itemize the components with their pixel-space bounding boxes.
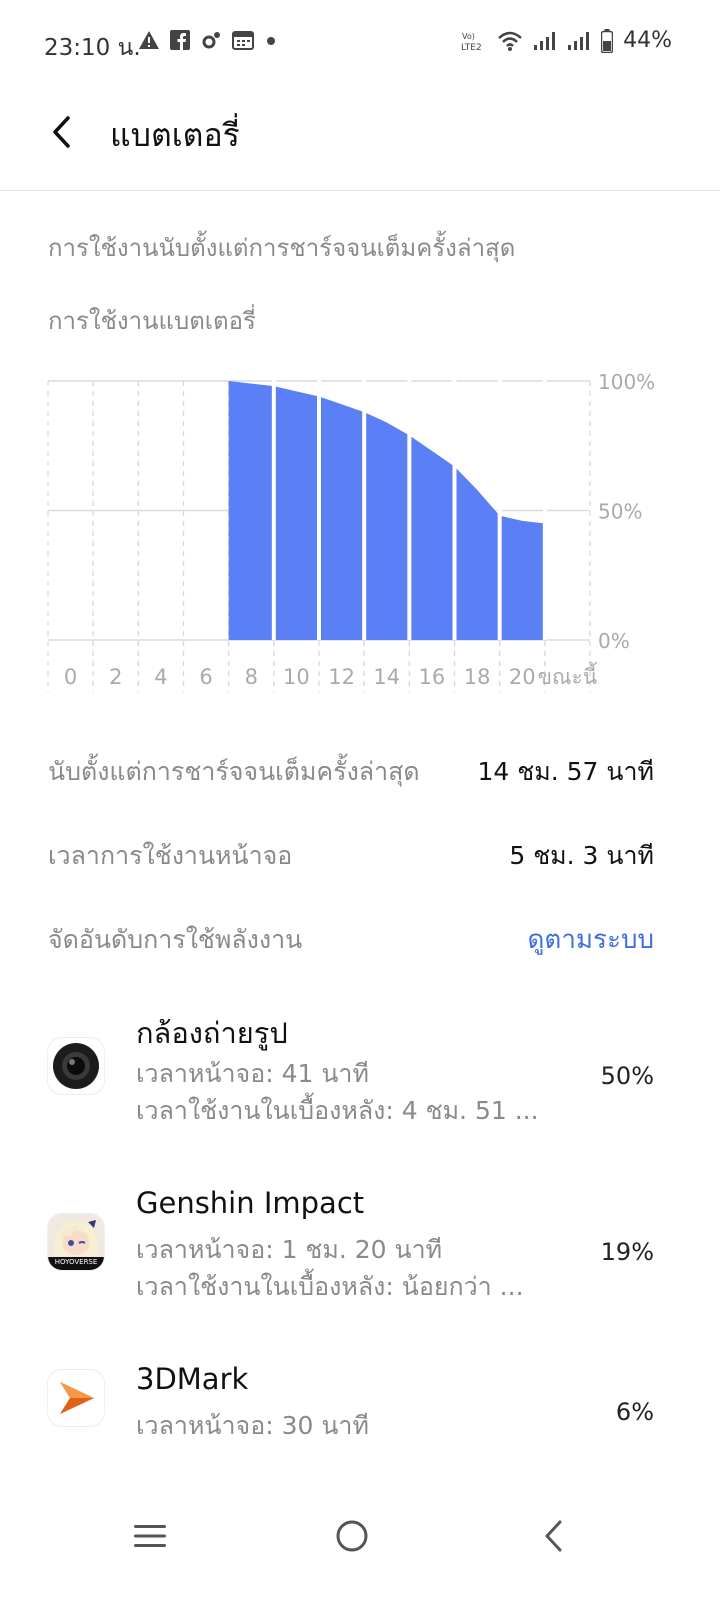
chart-x-tick-label: 20 <box>509 665 536 689</box>
settings-icon <box>202 32 220 49</box>
chart-x-tick-label: 4 <box>154 665 167 689</box>
home-button[interactable] <box>324 1508 380 1564</box>
back-arrow-icon <box>53 116 70 148</box>
app-screen-time: เวลาหน้าจอ: 30 นาที <box>136 1411 369 1440</box>
header-divider <box>0 190 720 191</box>
status-time: 23:10 น. <box>44 35 141 61</box>
screen-time-value: 5 ชม. 3 นาที <box>509 841 654 870</box>
camera-icon <box>48 1038 104 1094</box>
battery-usage-chart: 100% 50% 0% 0 2 4 6 8 10 12 14 16 18 20 ขณะนี้ <box>0 370 720 710</box>
notification-icons <box>138 30 278 50</box>
app-usage-item[interactable]: 3DMark เวลาหน้าจอ: 30 นาที 6% <box>0 1352 720 1462</box>
navigation-bar <box>0 1490 720 1608</box>
chart-x-tick-label: ขณะนี้ <box>538 662 598 689</box>
back-button[interactable] <box>38 108 86 156</box>
dot-icon <box>267 37 275 45</box>
battery-percent: 44% <box>623 28 672 53</box>
wifi-icon <box>498 31 522 51</box>
menu-icon <box>134 1525 166 1547</box>
app-usage-item[interactable]: HOYOVERSE Genshin Impact เวลาหน้าจอ: 1 ช… <box>0 1176 720 1316</box>
home-icon <box>336 1520 368 1552</box>
screen-time-label: เวลาการใช้งานหน้าจอ <box>48 841 293 870</box>
app-background-time: เวลาใช้งานในเบื้องหลัง: 4 ชม. 51 ... <box>136 1096 539 1125</box>
app-screen-time: เวลาหน้าจอ: 41 นาที <box>136 1059 369 1088</box>
app-percent: 19% <box>600 1238 654 1266</box>
back-icon <box>545 1520 562 1552</box>
3dmark-icon <box>48 1370 104 1426</box>
facebook-icon <box>170 30 190 50</box>
app-usage-item[interactable]: กล้องถ่ายรูป เวลาหน้าจอ: 41 นาที เวลาใช้… <box>0 1000 720 1140</box>
chart-x-tick-label: 6 <box>199 665 212 689</box>
view-by-system-link[interactable]: ดูตามระบบ <box>528 919 654 960</box>
chart-x-tick-label: 16 <box>419 665 446 689</box>
menu-button[interactable] <box>122 1508 178 1564</box>
app-name: 3DMark <box>136 1362 249 1396</box>
warning-icon <box>139 31 159 49</box>
chart-x-tick-label: 2 <box>109 665 122 689</box>
chart-x-tick-label: 8 <box>245 665 258 689</box>
chart-y-tick-label: 100% <box>598 370 655 394</box>
calendar-icon <box>232 31 254 50</box>
chart-x-tick-label: 10 <box>283 665 310 689</box>
volte-lte2-icon: Vo) LTE2 <box>461 32 482 52</box>
app-screen-time: เวลาหน้าจอ: 1 ชม. 20 นาที <box>136 1235 443 1264</box>
hoyoverse-label: HOYOVERSE <box>54 1258 98 1266</box>
power-ranking-label: จัดอันดับการใช้พลังงาน <box>48 925 303 954</box>
chart-y-tick-label: 0% <box>598 629 630 653</box>
page-title: แบตเตอรี่ <box>110 116 240 154</box>
chart-x-tick-label: 14 <box>373 665 400 689</box>
chart-y-tick-label: 50% <box>598 500 642 524</box>
app-name: กล้องถ่ายรูป <box>136 1016 288 1050</box>
since-full-charge-value: 14 ชม. 57 นาที <box>477 757 654 786</box>
app-background-time: เวลาใช้งานในเบื้องหลัง: น้อยกว่า ... <box>136 1272 524 1301</box>
chart-x-tick-label: 12 <box>328 665 355 689</box>
status-bar: 23:10 น. Vo) LTE2 44% <box>0 0 720 90</box>
battery-chart-svg: 100% 50% 0% 0 2 4 6 8 10 12 14 16 18 20 ขณะนี้ <box>47 370 655 692</box>
back-nav-button[interactable] <box>526 1508 582 1564</box>
app-percent: 50% <box>600 1062 654 1090</box>
chart-x-tick-label: 18 <box>464 665 491 689</box>
signal-icon <box>534 31 556 50</box>
since-full-charge-heading: การใช้งานนับตั้งแต่การชาร์จจนเต็มครั้งล่… <box>48 234 516 262</box>
genshin-impact-icon: HOYOVERSE <box>48 1214 104 1270</box>
signal-icon <box>568 31 590 50</box>
svg-text:Vo): Vo) <box>462 32 475 41</box>
battery-usage-heading: การใช้งานแบตเตอรี่ <box>48 307 256 335</box>
battery-icon <box>601 28 614 53</box>
app-percent: 6% <box>615 1398 654 1426</box>
system-icons: Vo) LTE2 44% <box>461 28 672 53</box>
since-full-charge-label: นับตั้งแต่การชาร์จจนเต็มครั้งล่าสุด <box>48 757 420 786</box>
chart-x-tick-label: 0 <box>64 665 77 689</box>
svg-text:LTE2: LTE2 <box>461 43 482 52</box>
app-name: Genshin Impact <box>136 1186 365 1220</box>
